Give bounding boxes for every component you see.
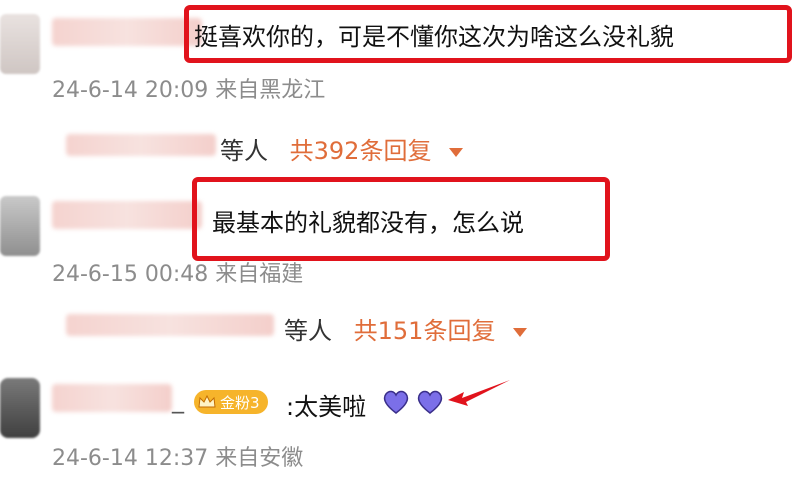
avatar[interactable] <box>0 14 40 74</box>
purple-heart-icon <box>383 390 409 414</box>
username-blurred[interactable] <box>52 18 202 46</box>
comment-text: 挺喜欢你的，可是不懂你这次为啥这么没礼貌 <box>194 23 674 51</box>
username-blurred[interactable] <box>52 201 202 229</box>
red-arrow-icon <box>448 380 510 406</box>
username-suffix: _ <box>172 386 184 414</box>
reply-count[interactable]: 共151条回复 <box>354 317 496 345</box>
reply-summary[interactable]: 等人 共392条回复 <box>220 131 464 166</box>
reply-count[interactable]: 共392条回复 <box>290 137 432 165</box>
fan-badge-label: 金粉3 <box>220 393 260 412</box>
comment-text: :太美啦 <box>286 393 367 421</box>
reply-summary[interactable]: 等人 共151条回复 <box>284 311 528 346</box>
crown-icon <box>198 395 216 408</box>
comment-meta: 24-6-14 12:37 来自安徽 <box>52 446 304 471</box>
reply-who: 等人 <box>220 137 268 165</box>
reply-who: 等人 <box>284 317 332 345</box>
caret-down-icon[interactable] <box>449 147 464 157</box>
purple-heart-icon <box>417 390 443 414</box>
avatar[interactable] <box>0 378 40 438</box>
fan-badge[interactable]: 金粉3 <box>194 390 268 414</box>
username-blurred[interactable] <box>52 384 172 412</box>
replier-names-blurred <box>66 314 274 336</box>
comment-meta: 24-6-15 00:48 来自福建 <box>52 262 304 287</box>
caret-down-icon[interactable] <box>513 327 528 337</box>
avatar[interactable] <box>0 196 40 256</box>
comment-text: 最基本的礼貌都没有，怎么说 <box>212 209 524 237</box>
comment-meta: 24-6-14 20:09 来自黑龙江 <box>52 78 326 103</box>
replier-names-blurred <box>66 134 216 156</box>
